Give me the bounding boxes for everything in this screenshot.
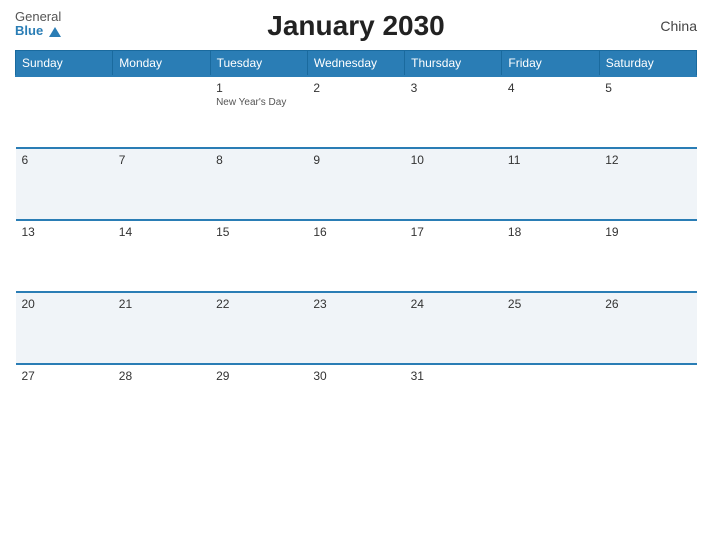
calendar-day-cell: 28: [113, 364, 210, 436]
day-number: 18: [508, 225, 593, 239]
calendar-day-cell: 3: [405, 76, 502, 148]
day-number: 31: [411, 369, 496, 383]
day-number: 20: [22, 297, 107, 311]
calendar-day-cell: 24: [405, 292, 502, 364]
calendar-day-cell: 17: [405, 220, 502, 292]
weekday-header-tuesday: Tuesday: [210, 51, 307, 77]
calendar-week-row: 6789 10 11 12: [16, 148, 697, 220]
day-number: 21: [119, 297, 204, 311]
calendar-day-cell: 4: [502, 76, 599, 148]
day-number: 8: [216, 153, 301, 167]
calendar-day-cell: 11: [502, 148, 599, 220]
day-number: 1: [216, 81, 301, 95]
calendar-day-cell: 5: [599, 76, 696, 148]
calendar-day-cell: 29: [210, 364, 307, 436]
calendar-title: January 2030: [267, 10, 444, 42]
calendar-day-cell: 30: [307, 364, 404, 436]
calendar-day-cell: [16, 76, 113, 148]
calendar-day-cell: 1 New Year's Day: [210, 76, 307, 148]
calendar-day-cell: 2: [307, 76, 404, 148]
day-number: 26: [605, 297, 690, 311]
day-number: 12: [605, 153, 690, 167]
day-number: 2: [313, 81, 398, 95]
day-number: 22: [216, 297, 301, 311]
weekday-header-sunday: Sunday: [16, 51, 113, 77]
calendar-day-cell: 20: [16, 292, 113, 364]
calendar-day-cell: 27: [16, 364, 113, 436]
calendar-container: General Blue January 2030 China SundayMo…: [0, 0, 712, 550]
weekday-header-friday: Friday: [502, 51, 599, 77]
calendar-day-cell: 22: [210, 292, 307, 364]
day-number: 23: [313, 297, 398, 311]
weekday-header-monday: Monday: [113, 51, 210, 77]
holiday-label: New Year's Day: [216, 97, 301, 108]
weekday-header-saturday: Saturday: [599, 51, 696, 77]
calendar-day-cell: 31: [405, 364, 502, 436]
day-number: 3: [411, 81, 496, 95]
calendar-day-cell: 12: [599, 148, 696, 220]
day-number: 27: [22, 369, 107, 383]
calendar-day-cell: 7: [113, 148, 210, 220]
calendar-day-cell: 19: [599, 220, 696, 292]
day-number: 13: [22, 225, 107, 239]
calendar-day-cell: 21: [113, 292, 210, 364]
logo-general-text: General: [15, 10, 61, 24]
day-number: 16: [313, 225, 398, 239]
calendar-week-row: 13 14 15 16 17 18 19: [16, 220, 697, 292]
calendar-week-row: 27 28 29 30 31: [16, 364, 697, 436]
calendar-table: SundayMondayTuesdayWednesdayThursdayFrid…: [15, 50, 697, 436]
day-number: 11: [508, 153, 593, 167]
calendar-day-cell: 6: [16, 148, 113, 220]
calendar-day-cell: [502, 364, 599, 436]
day-number: 24: [411, 297, 496, 311]
logo: General Blue: [15, 10, 61, 39]
calendar-day-cell: 25: [502, 292, 599, 364]
calendar-day-cell: [113, 76, 210, 148]
calendar-day-cell: 9: [307, 148, 404, 220]
calendar-day-cell: 23: [307, 292, 404, 364]
day-number: 6: [22, 153, 107, 167]
weekday-header-wednesday: Wednesday: [307, 51, 404, 77]
day-number: 5: [605, 81, 690, 95]
day-number: 25: [508, 297, 593, 311]
calendar-header: General Blue January 2030 China: [15, 10, 697, 42]
day-number: 4: [508, 81, 593, 95]
calendar-day-cell: 16: [307, 220, 404, 292]
calendar-week-row: 1 New Year's Day 2345: [16, 76, 697, 148]
logo-blue-label: Blue: [15, 23, 43, 38]
day-number: 17: [411, 225, 496, 239]
day-number: 28: [119, 369, 204, 383]
logo-blue-text: Blue: [15, 24, 61, 38]
day-number: 10: [411, 153, 496, 167]
calendar-day-cell: 26: [599, 292, 696, 364]
day-number: 9: [313, 153, 398, 167]
day-number: 7: [119, 153, 204, 167]
day-number: 29: [216, 369, 301, 383]
calendar-day-cell: 15: [210, 220, 307, 292]
day-number: 30: [313, 369, 398, 383]
day-number: 19: [605, 225, 690, 239]
weekday-header-thursday: Thursday: [405, 51, 502, 77]
calendar-week-row: 20 21 22 23 24 25 26: [16, 292, 697, 364]
calendar-day-cell: 13: [16, 220, 113, 292]
calendar-day-cell: 8: [210, 148, 307, 220]
weekday-header-row: SundayMondayTuesdayWednesdayThursdayFrid…: [16, 51, 697, 77]
country-label: China: [660, 18, 697, 34]
calendar-day-cell: [599, 364, 696, 436]
calendar-day-cell: 14: [113, 220, 210, 292]
day-number: 14: [119, 225, 204, 239]
logo-triangle-icon: [49, 27, 61, 37]
day-number: 15: [216, 225, 301, 239]
calendar-day-cell: 18: [502, 220, 599, 292]
calendar-day-cell: 10: [405, 148, 502, 220]
